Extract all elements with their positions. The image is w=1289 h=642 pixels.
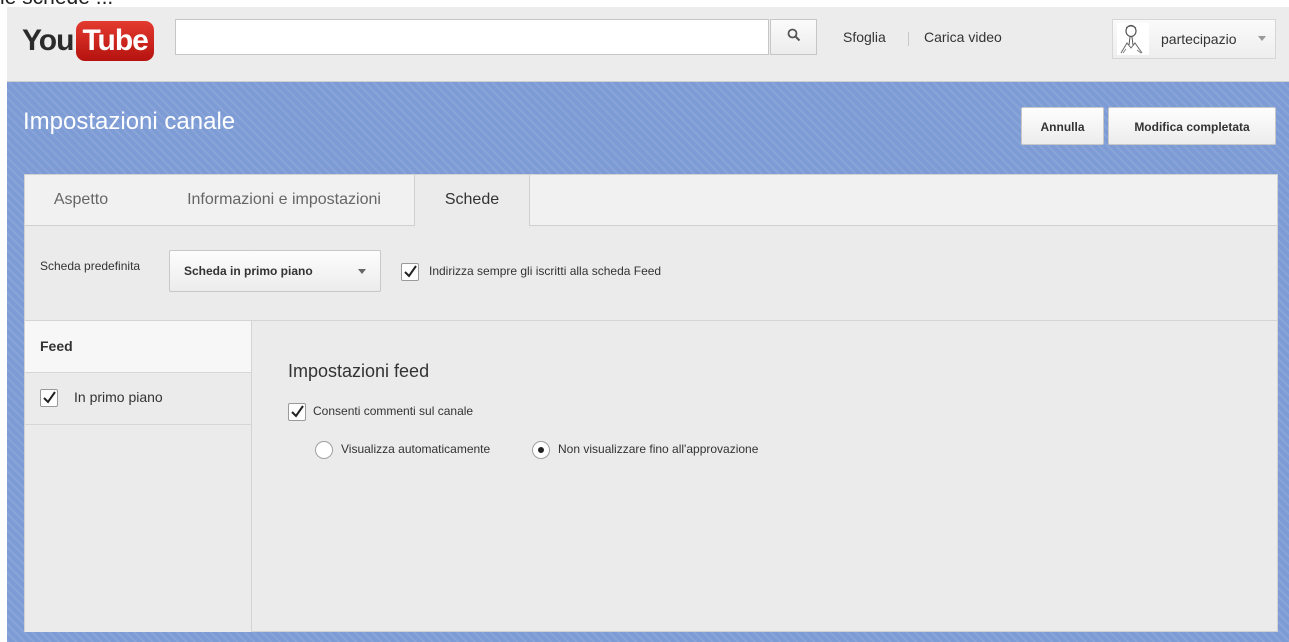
search-input[interactable] <box>175 19 769 55</box>
account-name: partecipazio <box>1161 31 1237 47</box>
checkmark-icon <box>404 265 417 278</box>
sidebar-item-label: In primo piano <box>74 389 163 405</box>
allow-comments-label: Consenti commenti sul canale <box>313 404 474 418</box>
default-tab-label: Scheda predefinita <box>40 259 141 273</box>
tab-info-settings[interactable]: Informazioni e impostazioni <box>159 175 409 225</box>
redirect-feed-checkbox[interactable] <box>401 263 419 281</box>
radio-selected-dot <box>538 447 544 453</box>
featured-checkbox[interactable] <box>40 389 58 407</box>
feed-settings-title: Impostazioni feed <box>288 361 430 381</box>
tab-appearance[interactable]: Aspetto <box>41 175 121 225</box>
allow-comments-checkbox[interactable] <box>288 403 306 421</box>
settings-panel: Aspetto Informazioni e impostazioni Sche… <box>24 174 1278 632</box>
tab-bar: Aspetto Informazioni e impostazioni Sche… <box>25 175 1277 226</box>
logo-tube: Tube <box>76 21 154 61</box>
chevron-down-icon <box>358 269 366 274</box>
nav-browse-link[interactable]: Sfoglia <box>843 19 886 55</box>
checkmark-icon <box>291 405 304 418</box>
cancel-button[interactable]: Annulla <box>1021 107 1104 145</box>
feed-settings: Impostazioni feed Consenti commenti sul … <box>253 321 1277 632</box>
search-icon <box>787 28 801 47</box>
redirect-feed-label: Indirizza sempre gli iscritti alla sched… <box>429 264 662 278</box>
masthead: You Tube Sfoglia Carica video partecipaz… <box>7 7 1289 82</box>
tab-tabs[interactable]: Schede <box>414 175 530 226</box>
chevron-down-icon <box>1258 36 1266 41</box>
search-button[interactable] <box>770 19 817 55</box>
done-button[interactable]: Modifica completata <box>1108 107 1276 145</box>
nav-divider <box>908 32 909 46</box>
radio-auto-display-label: Visualizza automaticamente <box>341 442 491 456</box>
tabs-sidebar: Feed In primo piano <box>25 321 252 632</box>
default-tab-row: Scheda predefinita Scheda in primo piano… <box>25 226 1277 321</box>
sidebar-item-label: Feed <box>40 338 73 354</box>
default-tab-select[interactable]: Scheda in primo piano <box>169 250 381 292</box>
checkmark-icon <box>43 391 56 404</box>
page-title: Impostazioni canale <box>23 108 236 135</box>
channel-settings-area: Impostazioni canale Annulla Modifica com… <box>7 82 1289 642</box>
youtube-logo[interactable]: You Tube <box>22 21 154 61</box>
logo-you: You <box>22 24 74 57</box>
account-menu[interactable]: partecipazio <box>1112 19 1276 59</box>
radio-require-approval[interactable] <box>532 441 550 459</box>
sidebar-item-featured[interactable]: In primo piano <box>25 373 251 425</box>
sidebar-item-feed[interactable]: Feed <box>25 321 251 373</box>
radio-require-approval-label: Non visualizzare fino all'approvazione <box>558 442 759 456</box>
default-tab-selected: Scheda in primo piano <box>184 264 313 278</box>
radio-auto-display[interactable] <box>315 441 333 459</box>
nav-upload-link[interactable]: Carica video <box>924 19 1002 55</box>
avatar <box>1117 23 1149 55</box>
